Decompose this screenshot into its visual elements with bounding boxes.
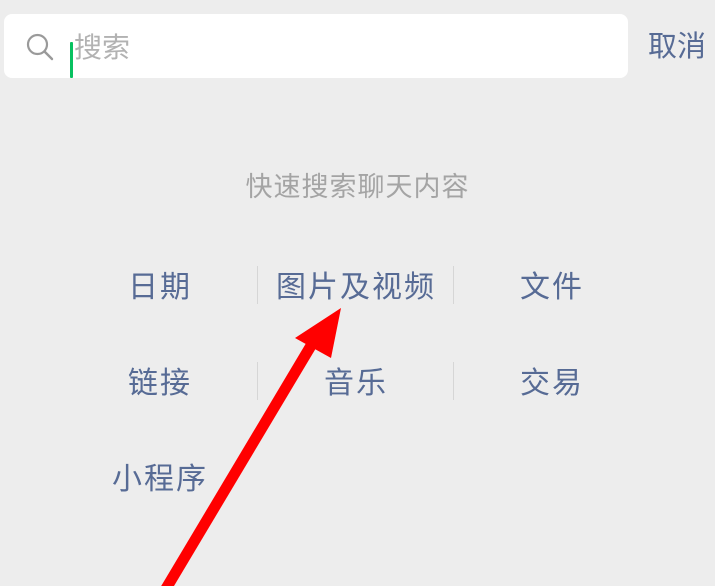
category-images-videos[interactable]: 图片及视频	[258, 258, 454, 310]
category-links[interactable]: 链接	[62, 354, 258, 406]
category-date[interactable]: 日期	[62, 258, 258, 310]
category-music[interactable]: 音乐	[258, 354, 454, 406]
search-bar[interactable]	[4, 14, 628, 78]
search-input[interactable]	[74, 30, 614, 64]
category-files[interactable]: 文件	[454, 258, 650, 310]
category-transactions[interactable]: 交易	[454, 354, 650, 406]
category-mini-programs[interactable]: 小程序	[62, 450, 258, 502]
cancel-button[interactable]: 取消	[648, 24, 706, 68]
text-cursor	[70, 42, 73, 78]
quick-search-hint: 快速搜索聊天内容	[245, 172, 470, 203]
search-category-grid: 日期 图片及视频 文件 链接 音乐 交易 小程序	[62, 258, 650, 546]
search-icon	[25, 32, 55, 62]
